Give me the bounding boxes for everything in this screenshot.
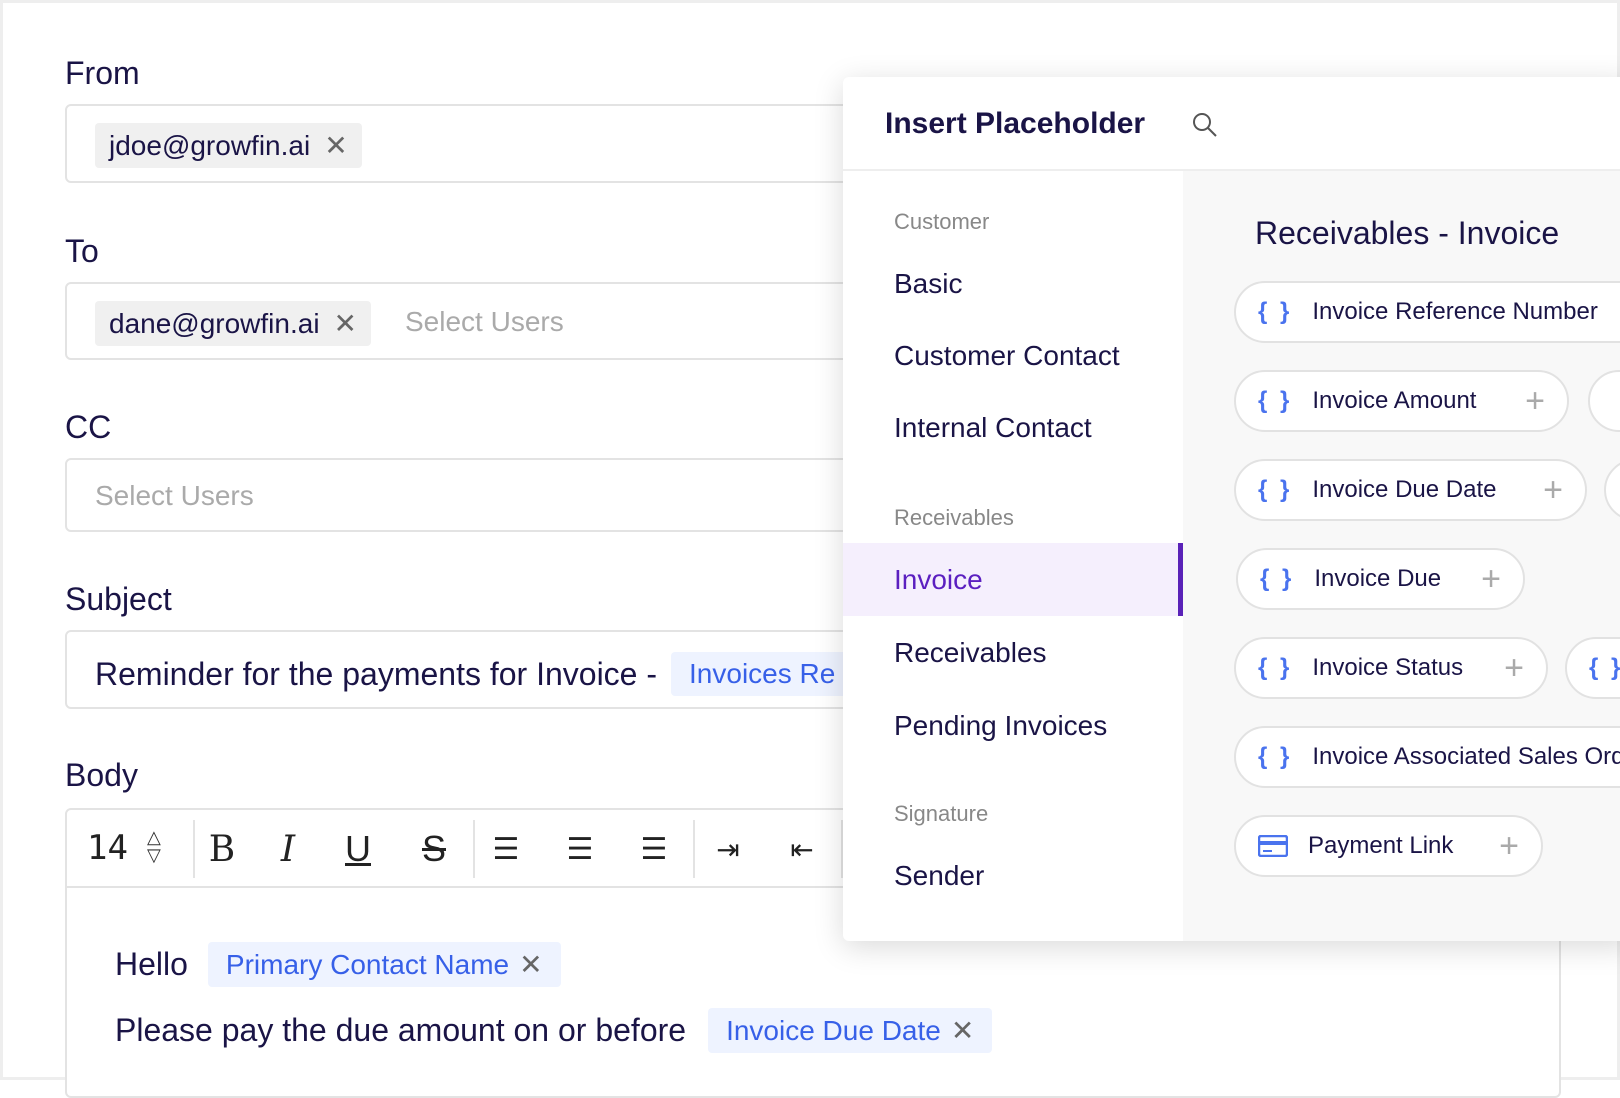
- align-right-icon[interactable]: ☰: [629, 810, 679, 888]
- chip-text: Primary Contact Name: [225, 948, 510, 980]
- braces-icon: { }: [1258, 743, 1293, 770]
- placeholder-item[interactable]: { } Invoice Due Date +: [1234, 459, 1587, 521]
- align-center-icon[interactable]: ☰: [555, 810, 605, 888]
- braces-icon: { }: [1589, 654, 1620, 681]
- nav-item-invoice[interactable]: Invoice: [843, 543, 1183, 616]
- placeholder-label: Invoice Status: [1312, 654, 1464, 681]
- braces-icon: { }: [1258, 387, 1293, 414]
- remove-icon[interactable]: ✕: [324, 129, 347, 162]
- to-label: To: [65, 233, 99, 269]
- placeholder-item[interactable]: { } Invoice Associated Sales Order: [1234, 726, 1620, 788]
- underline-button[interactable]: U: [333, 810, 383, 888]
- braces-icon: { }: [1258, 654, 1293, 681]
- divider: [693, 820, 695, 878]
- subject-placeholder-chip[interactable]: Invoices Re: [671, 652, 854, 696]
- braces-icon: { }: [1258, 298, 1293, 325]
- credit-card-icon: [1258, 835, 1288, 857]
- panel-title: Insert Placeholder: [885, 107, 1146, 140]
- bold-button[interactable]: B: [197, 810, 247, 888]
- cc-placeholder: Select Users: [95, 480, 254, 511]
- placeholder-chip[interactable]: Primary Contact Name ✕: [207, 942, 561, 987]
- remove-icon[interactable]: ✕: [951, 1014, 974, 1047]
- placeholder-chip[interactable]: Invoice Due Date ✕: [708, 1008, 993, 1053]
- add-icon[interactable]: +: [1504, 649, 1524, 688]
- body-text: Please pay the due amount on or before: [115, 1012, 687, 1048]
- placeholder-item[interactable]: { } Invoice Status +: [1234, 637, 1548, 699]
- body-line-1: Hello Primary Contact Name ✕: [115, 942, 561, 987]
- placeholder-label: Payment Link: [1308, 832, 1454, 859]
- subject-label: Subject: [65, 581, 172, 617]
- category-nav: Customer Basic Customer Contact Internal…: [843, 171, 1183, 941]
- braces-icon: { }: [1258, 476, 1293, 503]
- body-hello: Hello: [115, 946, 188, 982]
- nav-item-pending-invoices[interactable]: Pending Invoices: [843, 689, 1183, 762]
- placeholder-item-partial[interactable]: [1588, 370, 1620, 432]
- braces-icon: { }: [1260, 565, 1295, 592]
- insert-placeholder-panel: Insert Placeholder Customer Basic Custom…: [843, 77, 1620, 941]
- nav-header-signature: Signature: [894, 801, 989, 826]
- add-icon[interactable]: +: [1525, 382, 1545, 421]
- add-icon[interactable]: +: [1499, 827, 1519, 866]
- placeholder-item-partial[interactable]: [1604, 459, 1620, 521]
- body-line-2: Please pay the due amount on or before I…: [115, 1008, 993, 1053]
- placeholder-label: Invoice Reference Number: [1312, 298, 1598, 325]
- nav-item-internal-contact[interactable]: Internal Contact: [843, 391, 1183, 464]
- to-tag-text: dane@growfin.ai: [109, 307, 320, 339]
- font-size-stepper-icon[interactable]: △ ▽: [147, 828, 161, 864]
- cc-label: CC: [65, 409, 112, 445]
- panel-header: Insert Placeholder: [843, 77, 1620, 171]
- chip-text: Invoice Due Date: [726, 1014, 941, 1046]
- placeholder-item[interactable]: { } Invoice Due +: [1236, 548, 1525, 610]
- placeholder-item-partial[interactable]: { }: [1565, 637, 1620, 699]
- search-icon[interactable]: [1191, 111, 1219, 139]
- divider: [193, 820, 195, 878]
- italic-button[interactable]: I: [263, 810, 313, 888]
- divider: [473, 820, 475, 878]
- placeholder-label: Invoice Associated Sales Order: [1312, 743, 1620, 770]
- placeholder-item[interactable]: { } Invoice Reference Number: [1234, 281, 1620, 343]
- nav-item-basic[interactable]: Basic: [843, 247, 1183, 320]
- nav-header-receivables: Receivables: [894, 505, 1014, 530]
- nav-item-customer-contact[interactable]: Customer Contact: [843, 319, 1183, 392]
- placeholder-label: Invoice Due: [1314, 565, 1442, 592]
- remove-icon[interactable]: ✕: [519, 948, 542, 981]
- add-icon[interactable]: +: [1481, 560, 1501, 599]
- subject-text: Reminder for the payments for Invoice -: [95, 655, 658, 692]
- nav-item-receivables[interactable]: Receivables: [843, 616, 1183, 689]
- font-size-value[interactable]: 14: [87, 828, 128, 868]
- from-tag-text: jdoe@growfin.ai: [109, 129, 311, 161]
- nav-header-customer: Customer: [894, 209, 990, 234]
- from-label: From: [65, 55, 140, 91]
- to-placeholder: Select Users: [405, 306, 564, 337]
- section-title: Receivables - Invoice: [1255, 215, 1560, 251]
- from-tag: jdoe@growfin.ai ✕: [95, 123, 362, 168]
- strikethrough-button[interactable]: S: [409, 810, 459, 888]
- indent-icon[interactable]: ⇥: [703, 810, 753, 888]
- add-icon[interactable]: +: [1543, 471, 1563, 510]
- placeholder-list: Receivables - Invoice { } Invoice Referen…: [1183, 171, 1620, 941]
- nav-item-sender[interactable]: Sender: [843, 839, 1183, 912]
- placeholder-item[interactable]: Payment Link +: [1234, 815, 1543, 877]
- placeholder-label: Invoice Amount: [1312, 387, 1477, 414]
- placeholder-item[interactable]: { } Invoice Amount +: [1234, 370, 1569, 432]
- body-label: Body: [65, 757, 138, 793]
- to-tag: dane@growfin.ai ✕: [95, 301, 372, 346]
- remove-icon[interactable]: ✕: [334, 307, 357, 340]
- align-left-icon[interactable]: ☰: [481, 810, 531, 888]
- placeholder-label: Invoice Due Date: [1312, 476, 1497, 503]
- outdent-icon[interactable]: ⇤: [777, 810, 827, 888]
